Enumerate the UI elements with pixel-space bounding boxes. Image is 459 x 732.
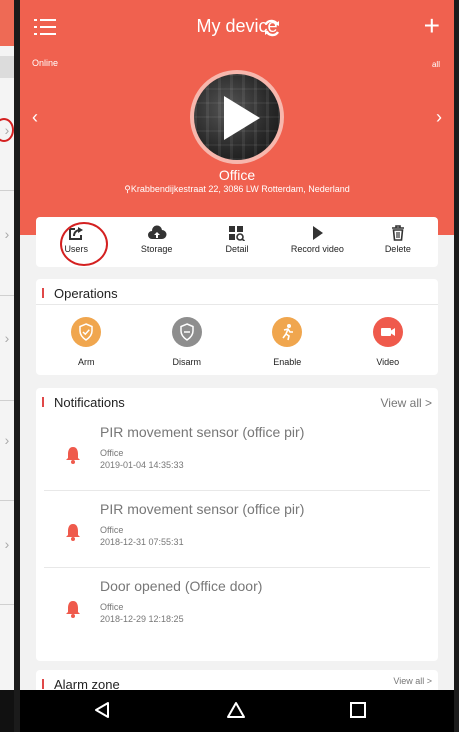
location-pin-icon: ⚲ xyxy=(124,184,131,194)
storage-button[interactable]: Storage xyxy=(116,217,196,267)
notification-title: PIR movement sensor (office pir) xyxy=(100,424,305,440)
chevron-right-icon: › xyxy=(4,226,10,242)
bell-icon xyxy=(66,601,80,618)
shield-check-icon xyxy=(71,317,102,347)
notification-time: 2018-12-31 07:55:31 xyxy=(100,537,184,547)
record-video-button[interactable]: Record video xyxy=(277,217,357,267)
signal-indicator: all xyxy=(431,60,440,69)
chevron-right-icon: › xyxy=(4,536,10,552)
operations-title: Operations xyxy=(54,286,118,301)
trash-icon xyxy=(391,225,404,241)
chevron-right-icon: › xyxy=(4,122,10,138)
system-navigation-bar xyxy=(20,690,454,732)
operations-card: Operations Arm Disarm Enable Video xyxy=(36,279,438,375)
shield-minus-icon xyxy=(171,317,202,347)
detail-button[interactable]: Detail xyxy=(197,217,277,267)
previous-device-arrow[interactable]: ‹ xyxy=(32,107,38,128)
notification-location: Office xyxy=(100,602,124,612)
enable-button[interactable]: Enable xyxy=(237,317,338,367)
delete-button[interactable]: Delete xyxy=(358,217,438,267)
bell-icon xyxy=(66,524,80,541)
notification-location: Office xyxy=(100,525,124,535)
running-person-icon xyxy=(272,317,303,347)
notification-item[interactable]: PIR movement sensor (office pir) Office … xyxy=(44,414,430,491)
alarm-zone-view-all-link[interactable]: View all > xyxy=(393,676,432,686)
online-status: Online xyxy=(32,58,59,68)
notification-location: Office xyxy=(100,448,124,458)
notification-item[interactable]: Door opened (Office door) Office 2018-12… xyxy=(44,568,430,645)
cloud-upload-icon xyxy=(147,225,167,239)
video-button[interactable]: Video xyxy=(338,317,439,367)
page-title: My device xyxy=(196,16,278,36)
play-icon xyxy=(313,226,324,240)
chevron-right-icon: › xyxy=(4,432,10,448)
notifications-title: Notifications xyxy=(54,395,125,410)
screen: › › › › › My device + Online all ‹ › Off… xyxy=(0,0,459,732)
notifications-card: Notifications View all > PIR movement se… xyxy=(36,388,438,661)
detail-grid-icon xyxy=(229,226,246,241)
add-icon[interactable]: + xyxy=(424,12,440,40)
notification-title: PIR movement sensor (office pir) xyxy=(100,501,305,517)
users-button[interactable]: Users xyxy=(36,217,116,267)
next-device-arrow[interactable]: › xyxy=(436,107,442,128)
device-actions: Users Storage Detail Record video Delete xyxy=(36,217,438,267)
bell-icon xyxy=(66,447,80,464)
play-icon[interactable] xyxy=(224,96,260,140)
video-camera-icon xyxy=(372,317,403,347)
device-screen: My device + Online all ‹ › Office ⚲Krabb… xyxy=(20,0,454,732)
disarm-button[interactable]: Disarm xyxy=(137,317,238,367)
device-name: Office xyxy=(218,167,256,183)
device-address: ⚲Krabbendijkestraat 22, 3086 LW Rotterda… xyxy=(124,184,350,194)
chevron-right-icon: › xyxy=(4,330,10,346)
home-icon[interactable] xyxy=(225,700,247,720)
arm-button[interactable]: Arm xyxy=(36,317,137,367)
refresh-icon[interactable] xyxy=(263,19,281,37)
previous-screen-peek: › › › › › xyxy=(0,0,14,732)
recents-icon[interactable] xyxy=(348,700,368,720)
notification-title: Door opened (Office door) xyxy=(100,578,263,594)
notification-time: 2018-12-29 12:18:25 xyxy=(100,614,184,624)
highlight-circle xyxy=(60,222,108,266)
notifications-view-all-link[interactable]: View all > xyxy=(381,396,432,410)
notification-time: 2019-01-04 14:35:33 xyxy=(100,460,184,470)
back-icon[interactable] xyxy=(92,700,112,720)
device-header: My device + Online all ‹ › Office ⚲Krabb… xyxy=(20,0,454,235)
notification-item[interactable]: PIR movement sensor (office pir) Office … xyxy=(44,491,430,568)
camera-preview[interactable] xyxy=(190,70,284,164)
